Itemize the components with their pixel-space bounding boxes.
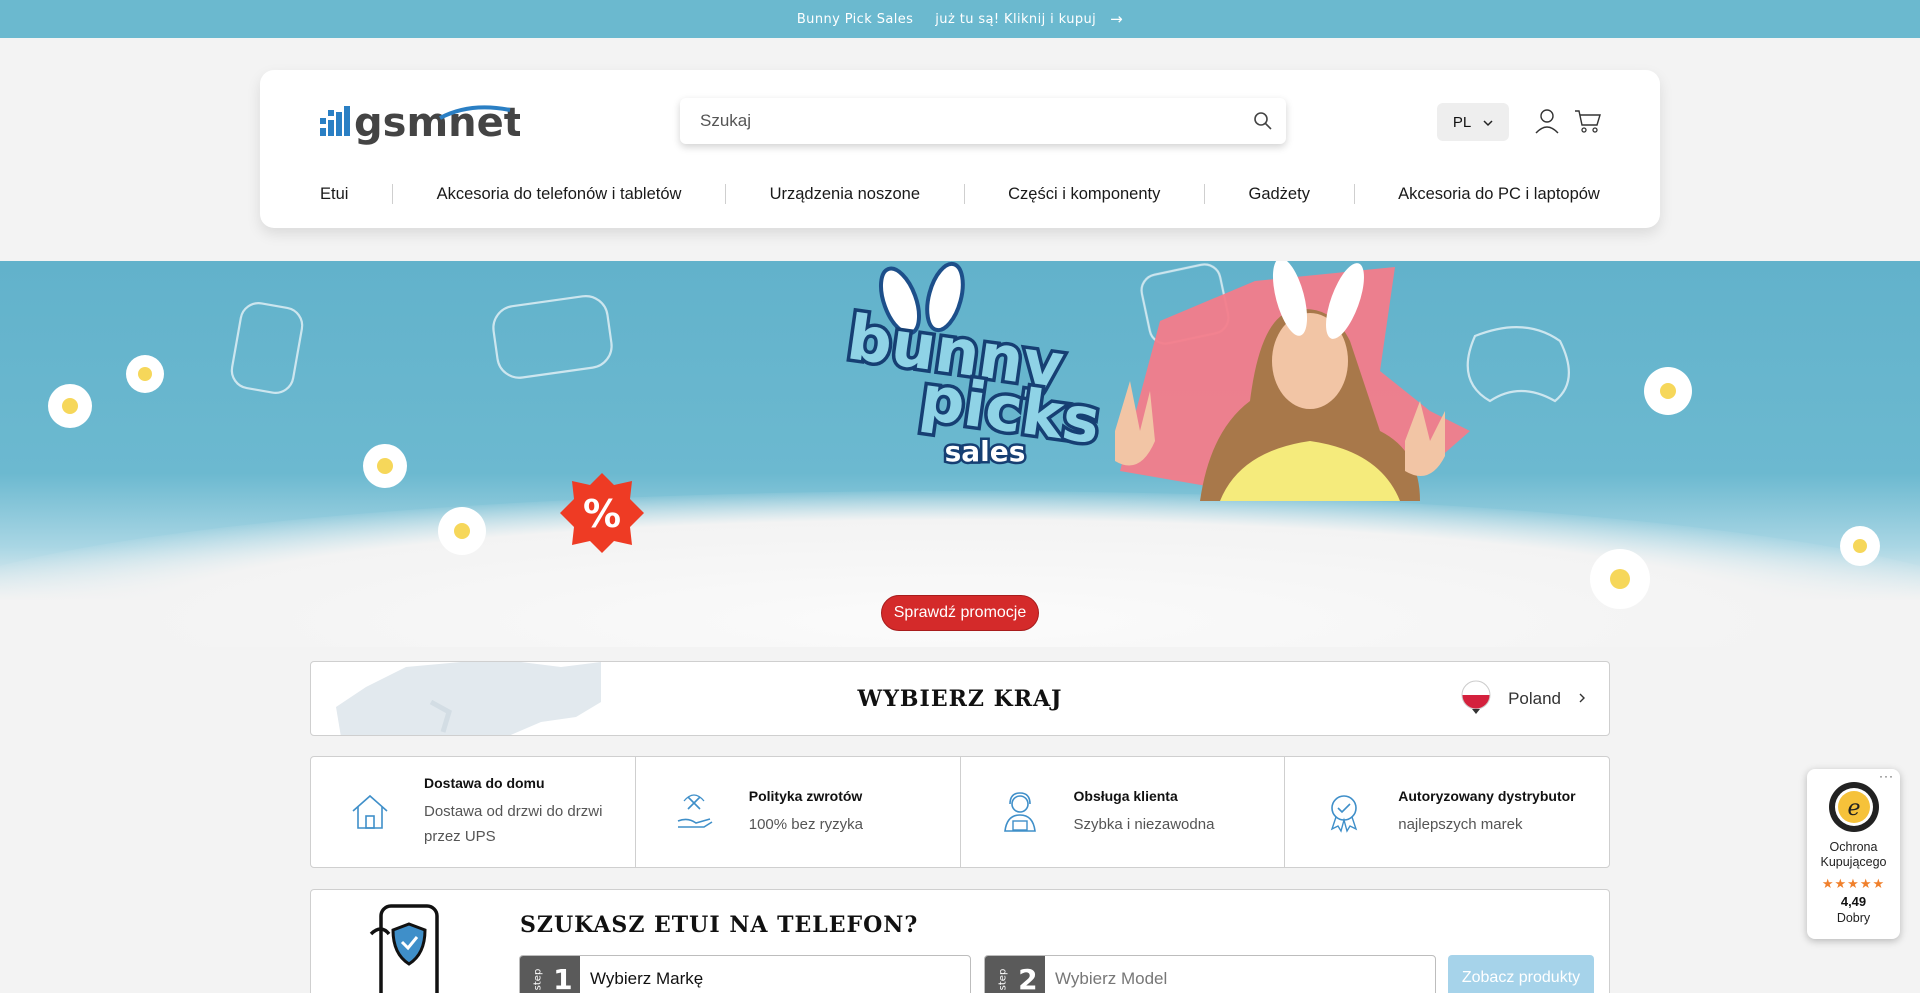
benefits-strip: Dostawa do domu Dostawa od drzwi do drzw… [310, 756, 1610, 868]
feature-returns: Polityka zwrotów 100% bez ryzyka [636, 757, 961, 867]
feature-title: Obsługa klienta [1073, 787, 1178, 804]
search-bar[interactable] [680, 98, 1286, 144]
model-select[interactable]: step 2 Wybierz Model [984, 955, 1436, 993]
smartwatch-icon [230, 302, 304, 394]
feature-title: Dostawa do domu [424, 775, 545, 791]
step-badge: step 2 [985, 956, 1045, 993]
vr-headset-icon [492, 295, 613, 379]
site-header: gsmnet PL Etui Akcesoria do telefonów i … [260, 70, 1660, 228]
selected-country: Poland [1508, 689, 1561, 708]
search-input[interactable] [680, 98, 1240, 144]
language-selector[interactable]: PL [1437, 103, 1509, 141]
chevron-right-icon [1577, 689, 1587, 709]
rating-word: Dobry [1836, 911, 1871, 925]
hero-artwork: % bunny picks sales [48, 261, 1880, 609]
nav-item-wearables[interactable]: Urządzenia noszone [770, 185, 920, 204]
award-badge-icon [1323, 791, 1365, 833]
badge-label: Ochrona Kupującego [1820, 840, 1887, 869]
nav-divider [1203, 184, 1205, 204]
feature-title: Autoryzowany dystrybutor [1398, 787, 1576, 804]
step-badge: step 1 [520, 956, 580, 993]
poland-flag-icon [1460, 679, 1492, 720]
hand-return-icon [674, 791, 716, 833]
trusted-shops-badge[interactable]: ··· e Ochrona Kupującego ★★★★★ 4,49 Dobry [1807, 769, 1900, 939]
nav-item-etui[interactable]: Etui [320, 185, 348, 204]
gamepad-icon [1466, 326, 1570, 403]
nav-divider [1353, 184, 1355, 204]
brand-select-value: Wybierz Markę [590, 969, 704, 988]
language-code: PL [1452, 113, 1472, 131]
support-agent-icon [999, 791, 1041, 833]
announcement-title: Bunny Pick Sales [796, 11, 914, 27]
brand-select[interactable]: step 1 Wybierz Markę [519, 955, 971, 993]
nav-divider [392, 184, 393, 204]
nav-item-parts[interactable]: Części i komponenty [1008, 185, 1160, 204]
main-navigation: Etui Akcesoria do telefonów i tabletów U… [320, 184, 1600, 204]
svg-text:e: e [1847, 796, 1860, 821]
search-icon[interactable] [1240, 98, 1286, 144]
nav-item-pc-accessories[interactable]: Akcesoria do PC i laptopów [1398, 185, 1600, 204]
percent-badge-text: % [583, 492, 621, 536]
nav-item-phone-accessories[interactable]: Akcesoria do telefonów i tabletów [437, 185, 682, 204]
account-icon[interactable] [1532, 106, 1562, 136]
house-icon [349, 791, 391, 833]
country-selector[interactable]: WYBIERZ KRAJ Poland [310, 661, 1610, 736]
rating-score: 4,49 [1840, 894, 1867, 909]
nav-divider [963, 184, 965, 204]
nav-divider [725, 184, 727, 204]
more-options-icon[interactable]: ··· [1879, 769, 1894, 783]
announcement-bar[interactable]: Bunny Pick Sales już tu są! Kliknij i ku… [0, 0, 1920, 38]
feature-title: Polityka zwrotów [748, 787, 863, 804]
gsmnet-logo[interactable]: gsmnet [320, 98, 523, 154]
cart-icon[interactable] [1573, 106, 1603, 136]
feature-desc: Szybka i niezawodna [1073, 815, 1215, 833]
trusted-shops-seal-icon: e [1828, 782, 1879, 832]
feature-desc: Dostawa od drzwi do drzwi przez UPS [424, 803, 603, 845]
feature-desc: 100% bez ryzyka [748, 815, 863, 833]
country-picker[interactable]: Poland [1460, 678, 1587, 720]
phone-shield-icon [369, 904, 439, 993]
svg-text:sales: sales [945, 435, 1026, 468]
country-title: WYBIERZ KRAJ [857, 686, 1063, 712]
case-finder: SZUKASZ ETUI NA TELEFON? step 1 Wybierz M… [310, 889, 1610, 993]
finder-title: SZUKASZ ETUI NA TELEFON? [520, 912, 919, 938]
nav-item-gadgets[interactable]: Gadżety [1249, 185, 1310, 204]
bunny-picks-logo: bunny picks sales [839, 261, 1108, 471]
check-promotions-button[interactable]: Sprawdź promocje [881, 595, 1039, 631]
feature-delivery: Dostawa do domu Dostawa od drzwi do drzw… [311, 757, 636, 867]
hero-banner[interactable]: % bunny picks sales [0, 261, 1920, 647]
arrow-right-icon[interactable]: → [1110, 10, 1123, 28]
feature-support: Obsługa klienta Szybka i niezawodna [961, 757, 1286, 867]
feature-desc: najlepszych marek [1398, 815, 1523, 833]
model-select-placeholder: Wybierz Model [1055, 969, 1168, 988]
rating-stars: ★★★★★ [1821, 876, 1886, 891]
chevron-down-icon [1483, 114, 1493, 131]
show-products-button[interactable]: Zobacz produkty [1448, 955, 1594, 993]
feature-distributor: Autoryzowany dystrybutor najlepszych mar… [1285, 757, 1609, 867]
announcement-link[interactable]: już tu są! Kliknij i kupuj [935, 12, 1096, 27]
